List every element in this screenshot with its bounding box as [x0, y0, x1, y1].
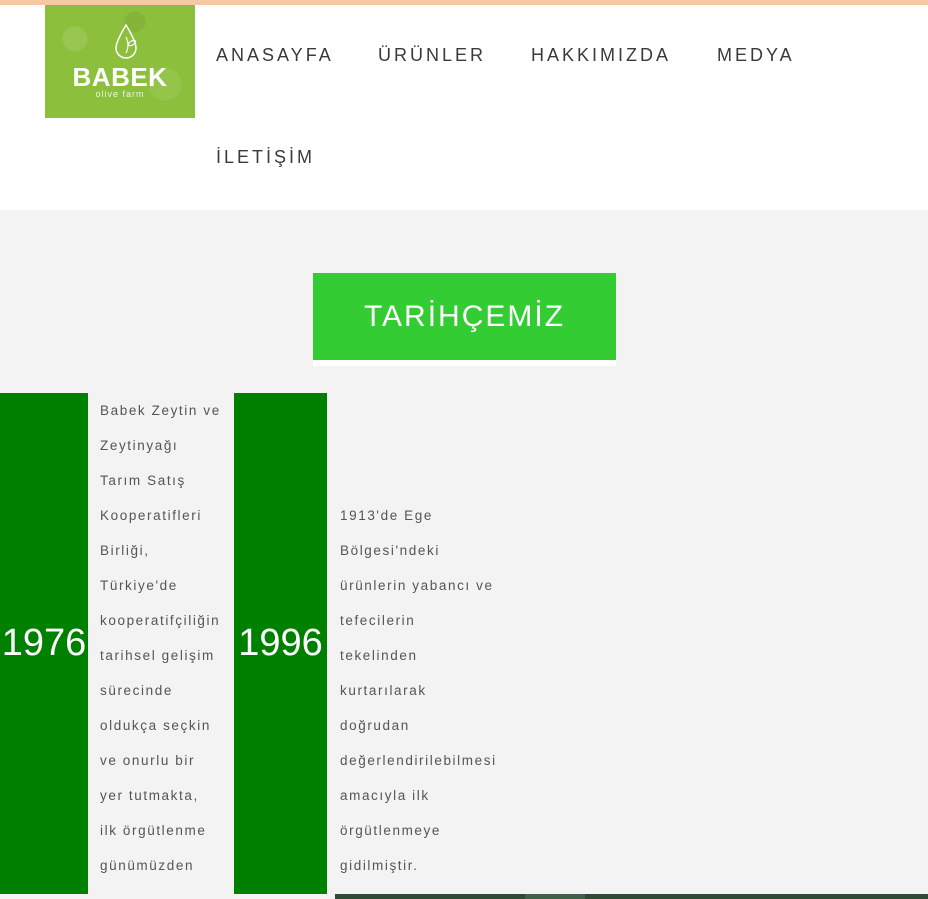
- nav-item-medya[interactable]: MEDYA: [717, 45, 795, 66]
- timeline-text-line: Bölgesi'ndeki: [340, 543, 440, 558]
- timeline-text-line: tekelinden: [340, 648, 418, 663]
- timeline-text-line: günümüzden: [100, 858, 195, 873]
- timeline-text-line: tarihsel gelişim: [100, 648, 215, 663]
- nav-item-urunler[interactable]: ÜRÜNLER: [378, 45, 486, 66]
- timeline-text-line: değerlendirilebilmesi: [340, 753, 497, 768]
- olive-drop-icon: [115, 23, 137, 59]
- timeline-text-line: gidilmiştir.: [340, 858, 419, 873]
- timeline-text-line: Türkiye'de: [100, 578, 178, 593]
- timeline-text-line: Tarım Satış: [100, 473, 186, 488]
- timeline-text-line: Kooperatifleri: [100, 508, 202, 523]
- timeline-text-line: Zeytinyağı: [100, 438, 179, 453]
- timeline-text-line: ve onurlu bir: [100, 753, 196, 768]
- timeline-text-line: tefecilerin: [340, 613, 416, 628]
- timeline-year-1996: 1996: [234, 393, 327, 894]
- timeline-text-line: amacıyla ilk: [340, 788, 430, 803]
- logo[interactable]: BABEK olive farm: [45, 5, 195, 118]
- bottom-bar-accent: [525, 894, 585, 899]
- timeline-text-line: yer tutmakta,: [100, 788, 199, 803]
- timeline-text-line: Babek Zeytin ve: [100, 403, 221, 418]
- timeline-text-line: doğrudan: [340, 718, 410, 733]
- timeline-text-line: örgütlenmeye: [340, 823, 441, 838]
- timeline-text-1996: 1913'de Ege Bölgesi'ndeki ürünlerin yabanc…: [340, 498, 497, 883]
- site-header: BABEK olive farm ANASAYFA ÜRÜNLER HAKKIM…: [0, 5, 928, 210]
- nav-item-anasayfa[interactable]: ANASAYFA: [216, 45, 334, 66]
- timeline-text-1976: Babek Zeytin ve Zeytinyağı Tarım Satış Koop…: [100, 393, 221, 883]
- bottom-bar: [335, 894, 928, 899]
- timeline-text-line: kurtarılarak: [340, 683, 427, 698]
- timeline-year-1976: 1976: [0, 393, 88, 894]
- logo-tagline: olive farm: [95, 89, 145, 99]
- nav-item-iletisim[interactable]: İLETİŞİM: [216, 147, 315, 168]
- timeline-text-line: oldukça seçkin: [100, 718, 211, 733]
- nav-item-hakkimizda[interactable]: HAKKIMIZDA: [531, 45, 671, 66]
- timeline-text-line: 1913'de Ege: [340, 508, 433, 523]
- timeline-text-line: kooperatifçiliğin: [100, 613, 221, 628]
- timeline-text-line: sürecinde: [100, 683, 173, 698]
- timeline-text-line: Birliği,: [100, 543, 150, 558]
- timeline-text-line: ilk örgütlenme: [100, 823, 207, 838]
- timeline-text-line: ürünlerin yabancı ve: [340, 578, 494, 593]
- section-title: TARİHÇEMİZ: [313, 273, 616, 360]
